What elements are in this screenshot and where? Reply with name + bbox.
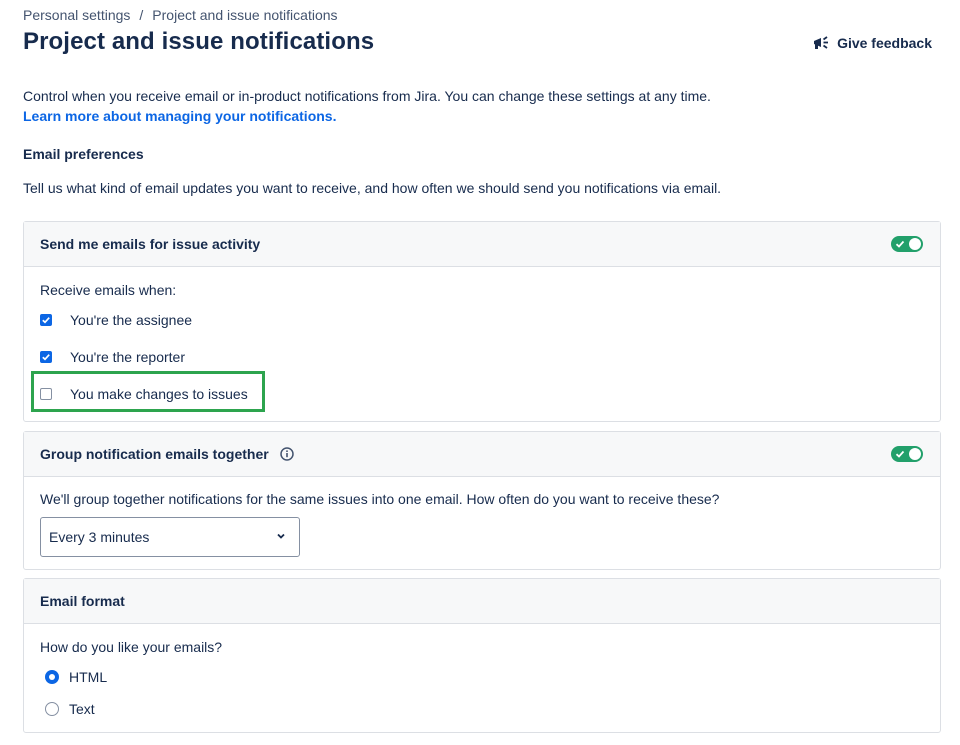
issue-activity-header: Send me emails for issue activity [24, 222, 940, 267]
checkbox-changes-label: You make changes to issues [70, 386, 248, 402]
email-format-header: Email format [24, 579, 940, 624]
breadcrumb: Personal settings / Project and issue no… [23, 7, 338, 23]
check-icon [42, 354, 50, 361]
grouping-body: We'll group together notifications for t… [24, 477, 940, 507]
toggle-knob [909, 448, 921, 460]
radio-html[interactable]: HTML [45, 669, 107, 685]
email-format-prompt: How do you like your emails? [40, 639, 223, 655]
toggle-knob [909, 238, 921, 250]
grouping-frequency-value: Every 3 minutes [49, 529, 150, 545]
checkbox-reporter-label: You're the reporter [70, 349, 186, 365]
grouping-description: We'll group together notifications for t… [40, 491, 720, 507]
breadcrumb-separator: / [139, 7, 144, 23]
radio-dot [49, 674, 55, 680]
email-format-body: How do you like your emails? [24, 624, 940, 655]
megaphone-icon [811, 33, 831, 53]
give-feedback-button[interactable]: Give feedback [811, 33, 932, 53]
page: Personal settings / Project and issue no… [0, 0, 960, 745]
intro: Control when you receive email or in-pro… [23, 86, 711, 126]
check-icon [42, 317, 50, 324]
checkbox-assignee[interactable]: You're the assignee [40, 312, 192, 328]
page-title: Project and issue notifications [23, 28, 375, 55]
issue-activity-title: Send me emails for issue activity [40, 236, 261, 252]
radio-html-button[interactable] [45, 670, 59, 684]
checkbox-reporter[interactable]: You're the reporter [40, 349, 185, 365]
learn-more-link[interactable]: Learn more about managing your notificat… [23, 108, 336, 124]
checkbox-changes[interactable]: You make changes to issues [40, 386, 248, 402]
radio-text-label: Text [69, 701, 95, 717]
breadcrumb-personal-settings[interactable]: Personal settings [23, 7, 130, 23]
give-feedback-label: Give feedback [837, 35, 932, 51]
radio-text-button[interactable] [45, 702, 59, 716]
issue-activity-toggle[interactable] [891, 236, 923, 252]
issue-activity-body: Receive emails when: [24, 267, 940, 298]
email-format-card: Email format How do you like your emails… [23, 578, 941, 733]
email-preferences-heading: Email preferences [23, 146, 144, 162]
grouping-title: Group notification emails together [40, 446, 269, 462]
check-icon [895, 450, 905, 458]
intro-text: Control when you receive email or in-pro… [23, 88, 711, 104]
checkbox-assignee-label: You're the assignee [70, 312, 193, 328]
issue-activity-card: Send me emails for issue activity Receiv… [23, 221, 941, 422]
chevron-down-icon [275, 529, 287, 545]
breadcrumb-current[interactable]: Project and issue notifications [152, 7, 337, 23]
checkbox-assignee-box[interactable] [40, 314, 52, 326]
receive-emails-prompt: Receive emails when: [40, 282, 177, 298]
grouping-card: Group notification emails together We'll… [23, 431, 941, 570]
grouping-toggle[interactable] [891, 446, 923, 462]
grouping-header: Group notification emails together [24, 432, 940, 477]
info-icon[interactable] [279, 446, 295, 462]
email-preferences-description: Tell us what kind of email updates you w… [23, 180, 722, 196]
radio-text[interactable]: Text [45, 701, 95, 717]
grouping-frequency-select[interactable]: Every 3 minutes [40, 517, 300, 557]
checkbox-reporter-box[interactable] [40, 351, 52, 363]
checkbox-changes-box[interactable] [40, 388, 52, 400]
email-format-title: Email format [40, 593, 125, 609]
check-icon [895, 240, 905, 248]
radio-html-label: HTML [69, 669, 108, 685]
